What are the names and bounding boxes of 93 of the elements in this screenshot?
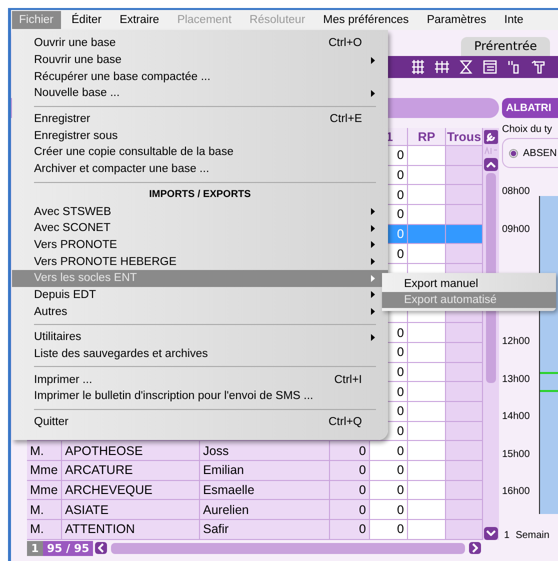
table-cell: 0 xyxy=(359,463,366,478)
table-cell: 0 xyxy=(397,345,404,360)
menu-item[interactable]: Vers PRONOTE HEBERGE xyxy=(12,253,388,270)
table-cell: Safir xyxy=(203,522,229,536)
chevron-up-icon xyxy=(486,162,496,168)
menu-item[interactable]: Créer une copie consultable de la base xyxy=(12,144,388,161)
table-cell: 0 xyxy=(359,522,366,536)
table-cell: M. xyxy=(30,444,44,458)
hourglass-icon[interactable] xyxy=(458,59,474,75)
table-cell: 0 xyxy=(397,188,404,202)
panel-title: ALBATRI xyxy=(502,98,558,118)
menu-item[interactable]: Imprimer le bulletin d'inscription pour l'envoi de SMS ... xyxy=(12,388,388,405)
table-cell: 0 xyxy=(359,444,366,458)
menu-item[interactable]: Liste des sauvegardes et archives xyxy=(12,346,388,362)
table-cell: 0 xyxy=(397,522,404,536)
horizontal-scrollbar[interactable] xyxy=(95,542,482,555)
table-row[interactable]: Mme ARCHEVEQUE Esmaelle 0 0 xyxy=(27,480,483,500)
scroll-left-button[interactable] xyxy=(95,542,108,554)
table-cell: 0 xyxy=(397,168,404,182)
chevron-left-icon xyxy=(98,543,104,554)
table-cell: Aurelien xyxy=(203,502,249,517)
wrench-icon[interactable] xyxy=(484,130,498,144)
table-cell: M. xyxy=(30,522,44,536)
tab[interactable]: Prérentrée xyxy=(461,37,550,56)
table-row[interactable]: M. APOTHEOSE Joss 0 0 xyxy=(27,441,483,461)
menu-item[interactable]: Nouvelle base ... xyxy=(12,85,388,102)
table-cell: ARCATURE xyxy=(65,463,133,478)
table-cell: ATTENTION xyxy=(65,522,135,536)
table-row[interactable]: M. ATTENTION Safir 0 0 xyxy=(27,520,483,540)
chevron-down-icon xyxy=(486,530,496,536)
menu-item[interactable]: Ouvrir une base Ctrl+O xyxy=(12,35,388,52)
hour-label: 14h00 xyxy=(502,411,530,422)
table-cell: 0 xyxy=(397,227,404,242)
table-cell: 0 xyxy=(397,444,404,458)
week-number: 1 xyxy=(504,530,510,541)
table-cell: 0 xyxy=(397,502,404,517)
table-cell: 0 xyxy=(397,148,404,162)
week-label: Semain xyxy=(516,530,550,541)
table-cell: 0 xyxy=(397,424,404,438)
grid-icon[interactable] xyxy=(434,59,450,75)
table-cell: ASIATE xyxy=(65,502,109,517)
menu-item[interactable]: Avec SCONET xyxy=(12,220,388,237)
hour-label: 16h00 xyxy=(502,486,530,497)
menu-item[interactable]: Enregistrer Ctrl+E xyxy=(12,110,388,128)
section-header: IMPORTS / EXPORTS xyxy=(148,188,252,202)
table-cell: 0 xyxy=(397,483,404,498)
scroll-up-button[interactable] xyxy=(484,158,498,171)
scroll-right-button[interactable] xyxy=(469,542,482,554)
record-count: 95 / 95 xyxy=(43,540,94,556)
grid-icon[interactable] xyxy=(410,59,426,75)
hour-label: 13h00 xyxy=(502,374,530,384)
menu-item[interactable]: Récupérer une base compactée ... xyxy=(12,68,388,86)
table-cell: 0 xyxy=(397,246,404,261)
chevron-right-icon xyxy=(472,543,478,554)
table-cell: Mme xyxy=(30,483,58,498)
column-header: RP xyxy=(408,128,446,145)
menu-item[interactable]: Utilitaires xyxy=(12,329,388,346)
prompt-label: Choix du ty xyxy=(502,124,554,135)
scroll-down-button[interactable] xyxy=(484,526,498,540)
hour-label: 15h00 xyxy=(502,448,530,460)
menu-item[interactable]: Éditer xyxy=(64,11,109,29)
menu-item[interactable]: Rouvrir une base xyxy=(12,52,388,68)
hour-label: 08h00 xyxy=(502,186,530,197)
table-row[interactable]: Mme ARCATURE Emilian 0 0 xyxy=(27,461,483,481)
table-cell: 0 xyxy=(359,483,366,498)
menu-item[interactable]: Paramètres xyxy=(420,11,494,29)
table-cell: 0 xyxy=(397,384,404,399)
menu-item[interactable]: Extraire xyxy=(112,11,166,29)
table-cell: Esmaelle xyxy=(203,483,254,498)
menu-item[interactable]: Avec STSWEB xyxy=(12,203,388,220)
table-cell: 0 xyxy=(397,404,404,418)
table-cell: M. xyxy=(30,502,44,517)
table-row[interactable]: M. ASIATE Aurelien 0 0 xyxy=(27,500,483,520)
table-cell: 0 xyxy=(397,326,404,340)
menu-item[interactable]: Archiver et compacter une base ... xyxy=(12,160,388,178)
table-cell: 0 xyxy=(397,207,404,222)
list-icon[interactable] xyxy=(482,59,498,75)
menu-item[interactable]: Vers PRONOTE xyxy=(12,236,388,254)
table-cell: Joss xyxy=(203,444,229,458)
table-cell: 0 xyxy=(359,502,366,517)
table-cell: APOTHEOSE xyxy=(65,444,143,458)
hour-label: 12h00 xyxy=(502,336,530,347)
menu-item[interactable]: Inte xyxy=(497,11,526,29)
table-cell: Emilian xyxy=(203,463,244,478)
table-cell: ARCHEVEQUE xyxy=(65,483,153,498)
table-cell: Mme xyxy=(30,463,58,478)
table-cell: 0 xyxy=(397,364,404,379)
radio-button[interactable]: ABSEN xyxy=(509,148,557,158)
menu-item[interactable]: Quitter Ctrl+Q xyxy=(12,414,388,430)
hour-label: 09h00 xyxy=(502,224,530,234)
table-cell: 0 xyxy=(397,463,404,478)
menu-item[interactable]: Mes préférences xyxy=(316,11,416,29)
menu-item[interactable]: Imprimer ... Ctrl+I xyxy=(12,371,388,388)
